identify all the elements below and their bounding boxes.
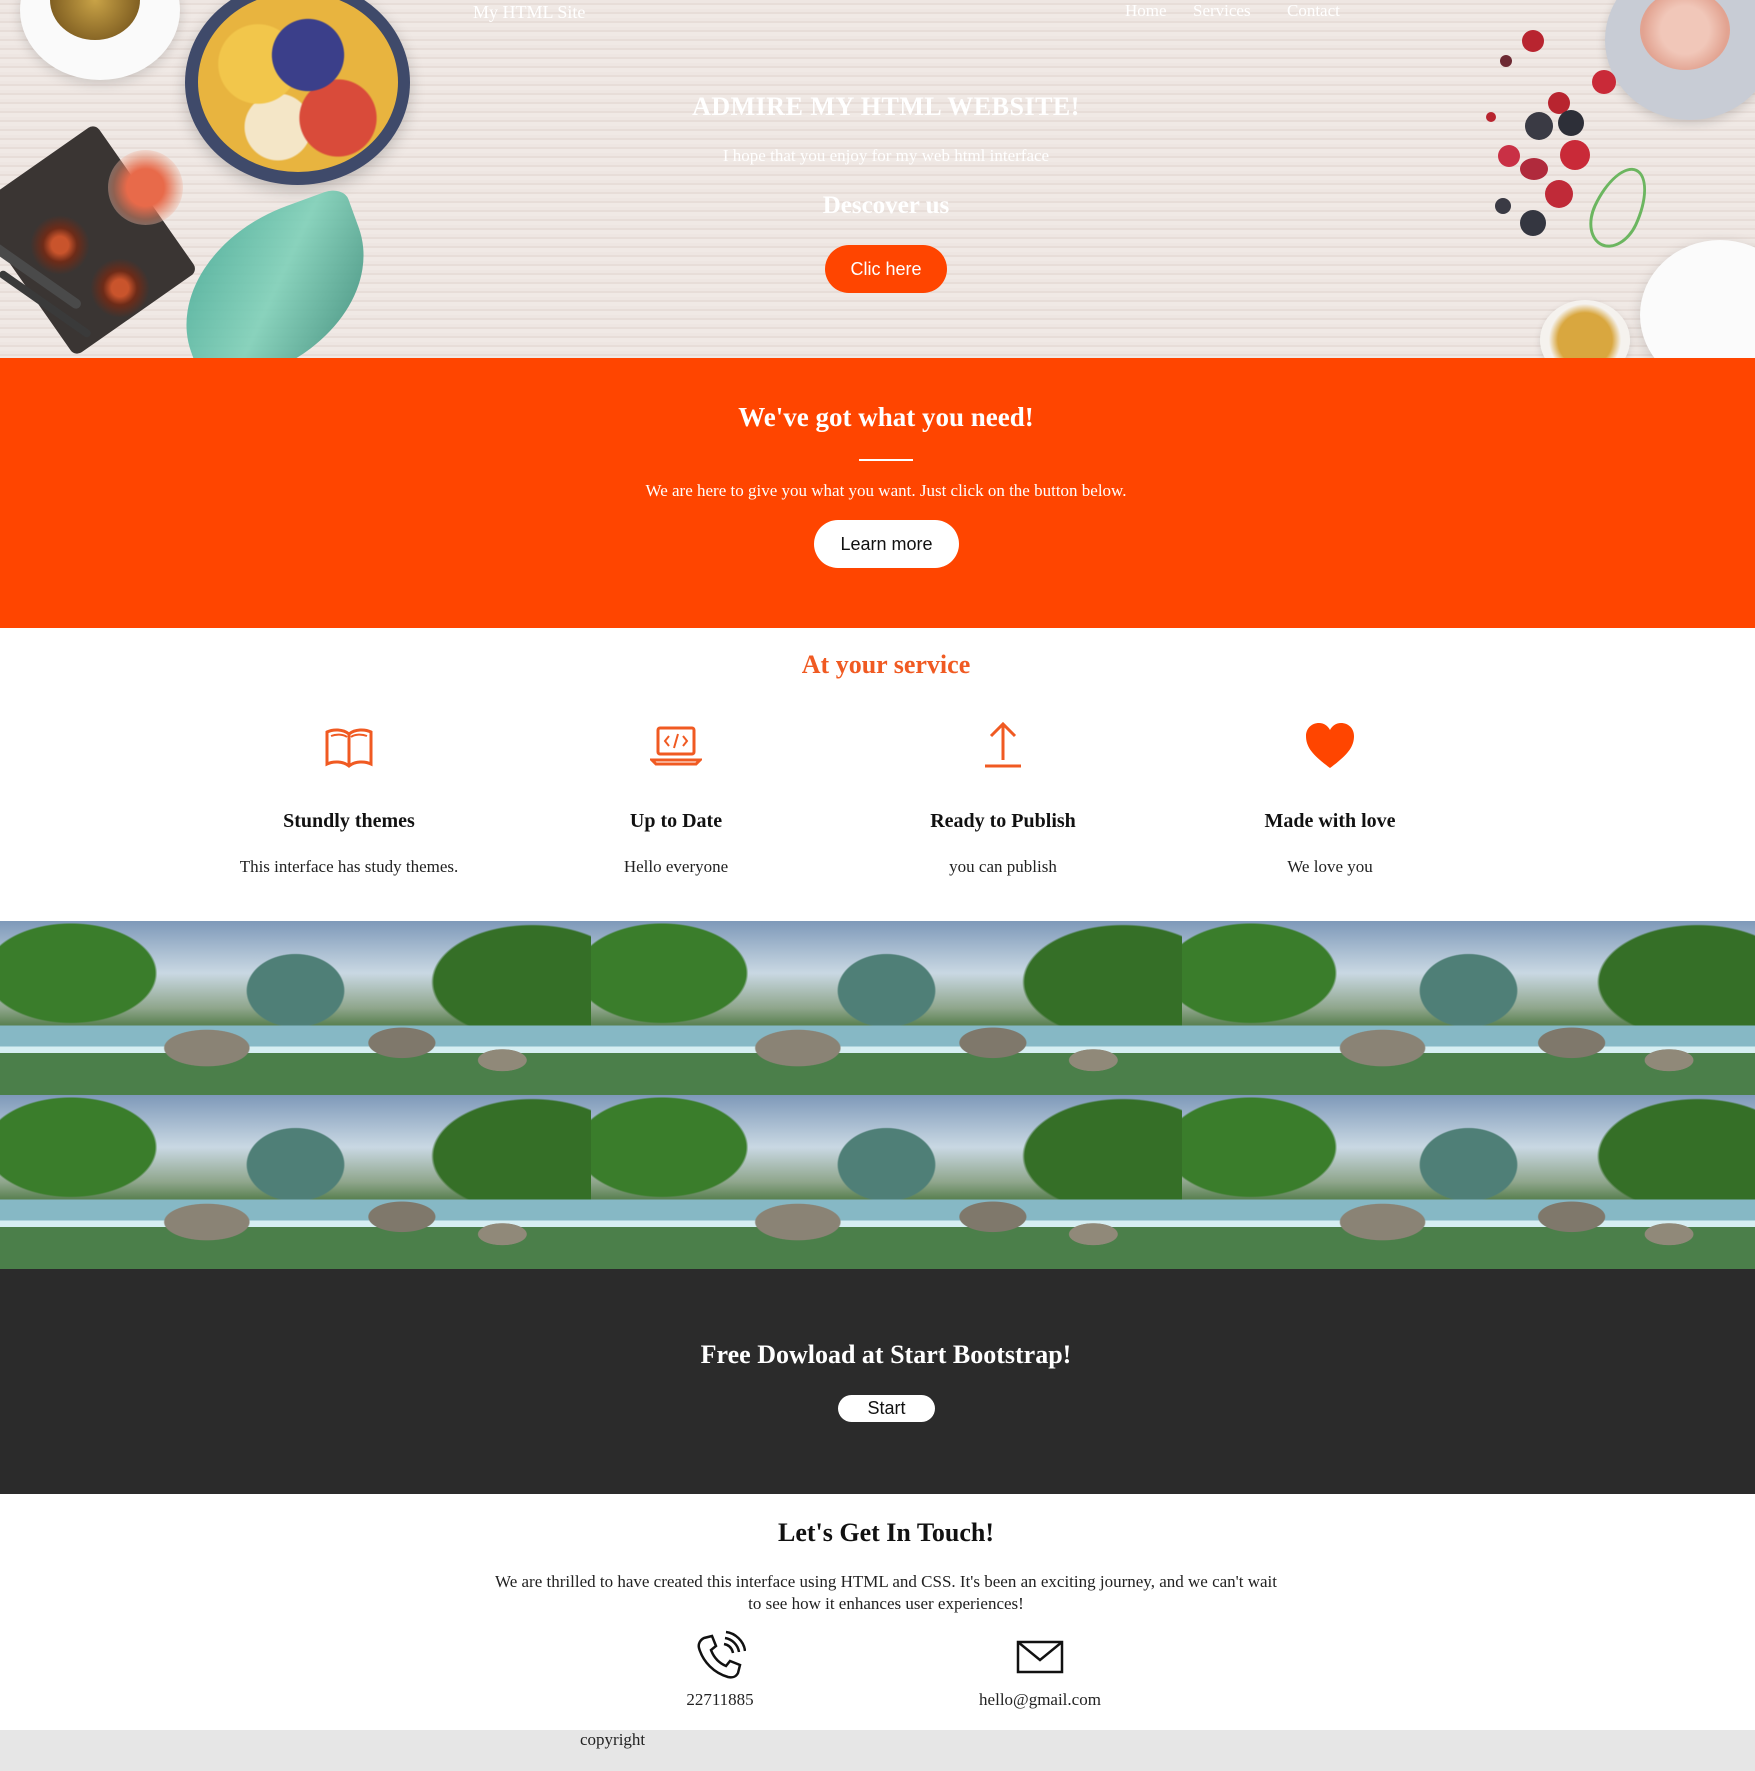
berry-image (1522, 30, 1544, 52)
nav-link-services[interactable]: Services (1193, 1, 1251, 21)
service-card-publish: Ready to Publish you can publish (838, 720, 1168, 877)
upload-arrow-icon (985, 721, 1021, 768)
phone-number: 22711885 (686, 1690, 754, 1709)
service-title: Stundly themes (283, 810, 415, 832)
landscape-image[interactable] (0, 921, 591, 1095)
service-text: you can publish (949, 857, 1057, 876)
service-card-up-to-date: Up to Date Hello everyone (511, 720, 841, 877)
heart-icon (1306, 723, 1354, 768)
service-text: We love you (1287, 857, 1373, 876)
need-text: We are here to give you what you want. J… (645, 481, 1127, 500)
service-title: Made with love (1264, 810, 1396, 832)
service-title: Ready to Publish (930, 810, 1076, 832)
nav-link-home[interactable]: Home (1125, 1, 1167, 21)
service-text: Hello everyone (623, 857, 729, 876)
divider (859, 459, 913, 461)
envelope-icon (1016, 1640, 1064, 1674)
landscape-image[interactable] (1182, 921, 1755, 1095)
teapot-image (1640, 240, 1755, 358)
laptop-code-icon (650, 726, 702, 766)
contact-title: Let's Get In Touch! (778, 1518, 994, 1547)
email-address: hello@gmail.com (979, 1690, 1101, 1709)
tray-slot-image (90, 258, 150, 318)
need-title: We've got what you need! (738, 402, 1034, 432)
hero-section: My HTML Site Home Services Contact ADMIR… (0, 0, 1755, 358)
book-icon (325, 728, 373, 768)
copyright-text: copyright (580, 1730, 646, 1749)
landscape-image[interactable] (591, 1095, 1182, 1269)
need-section: We've got what you need! We are here to … (0, 358, 1755, 628)
download-section: Free Dowload at Start Bootstrap! Start (0, 1269, 1755, 1494)
phone-icon (697, 1630, 746, 1679)
hero-discover-heading: Descover us (822, 192, 950, 219)
learn-more-button[interactable]: Learn more (814, 520, 959, 568)
hero-subtitle: I hope that you enjoy for my web html in… (722, 146, 1050, 165)
image-gallery (0, 921, 1755, 1269)
tea-cup-image (1540, 300, 1630, 358)
service-card-love: Made with love We love you (1165, 720, 1495, 877)
hero-title: ADMIRE MY HTML WEBSITE! (692, 92, 1080, 121)
contact-phone[interactable]: 22711885 (670, 1630, 770, 1710)
footer: copyright (0, 1730, 1755, 1771)
service-title: Up to Date (629, 810, 723, 832)
landscape-image[interactable] (591, 921, 1182, 1095)
download-title: Free Dowload at Start Bootstrap! (700, 1340, 1072, 1369)
service-card-themes: Stundly themes This interface has study … (184, 720, 514, 877)
clic-here-button[interactable]: Clic here (825, 245, 947, 293)
contact-email[interactable]: hello@gmail.com (960, 1630, 1120, 1710)
berry-image (1500, 55, 1512, 67)
services-title: At your service (801, 650, 971, 679)
service-text: This interface has study themes. (239, 857, 459, 876)
nav-link-contact[interactable]: Contact (1287, 1, 1340, 21)
site-brand-link[interactable]: My HTML Site (473, 2, 585, 23)
berry-image (1592, 70, 1616, 94)
landscape-image[interactable] (0, 1095, 591, 1269)
contact-text: We are thrilled to have created this int… (495, 1572, 1277, 1613)
start-button[interactable]: Start (838, 1395, 935, 1422)
tray-slot-image (30, 215, 90, 275)
landscape-image[interactable] (1182, 1095, 1755, 1269)
